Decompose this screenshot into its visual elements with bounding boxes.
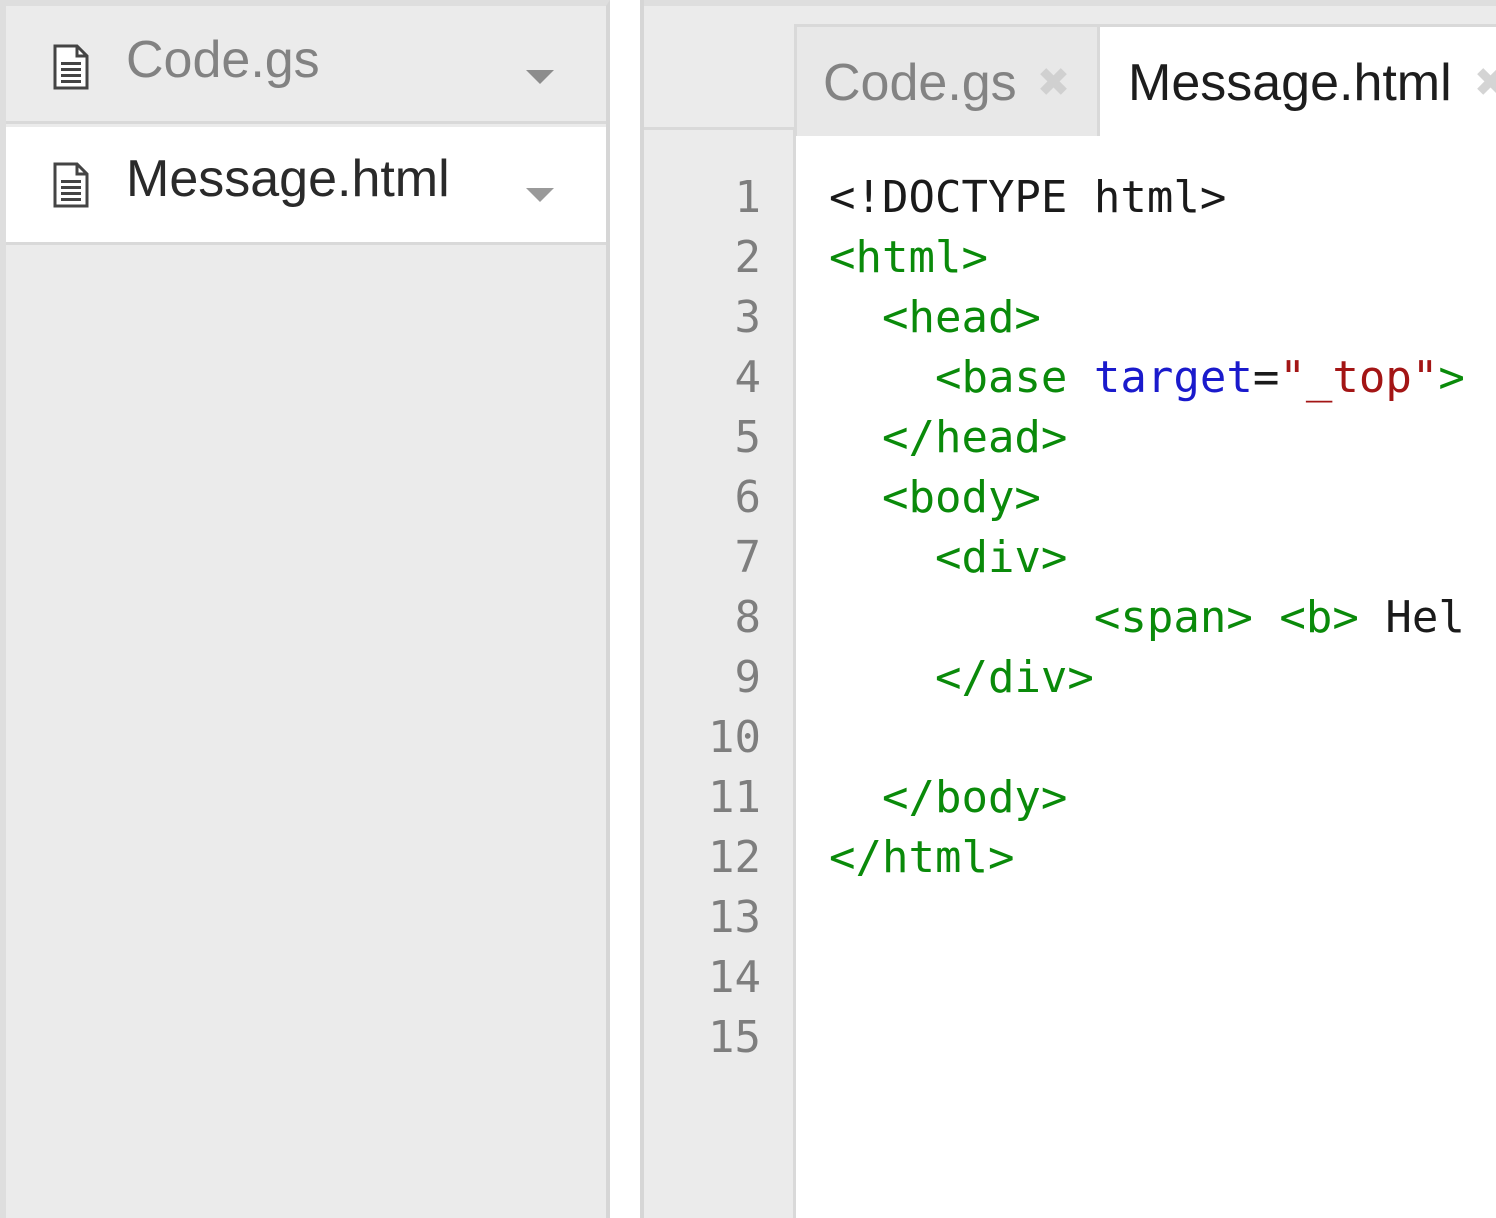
file-name: Code.gs (126, 31, 320, 89)
code-token: Hel (1358, 592, 1465, 643)
code-token: <body> (881, 472, 1041, 523)
code-token: </body> (881, 772, 1068, 823)
caret-down-icon[interactable] (524, 186, 556, 204)
line-number: 9 (734, 652, 762, 703)
code-line: </body> (829, 768, 1496, 828)
code-token: </html> (829, 832, 1015, 883)
code-token: <b> (1279, 592, 1359, 643)
close-icon[interactable]: ✖ (1474, 60, 1496, 106)
caret-down-icon[interactable] (524, 68, 556, 86)
line-number: 8 (734, 592, 762, 643)
tab-message-html[interactable]: Message.html ✖ (1100, 24, 1496, 139)
code-line: </html> (829, 828, 1496, 888)
code-line: </head> (829, 408, 1496, 468)
panel-splitter[interactable] (610, 0, 644, 1218)
code-line: <base target="_top"> (829, 348, 1496, 408)
line-number: 4 (734, 352, 762, 403)
close-icon[interactable]: ✖ (1037, 60, 1071, 106)
code-token: > (1438, 352, 1465, 403)
code-line: </div> (829, 648, 1496, 708)
line-number: 3 (734, 292, 762, 343)
file-document-icon (53, 44, 89, 90)
code-token: <html> (829, 232, 988, 283)
code-line: <div> (829, 528, 1496, 588)
line-number: 5 (734, 412, 762, 463)
file-name: Message.html (126, 150, 450, 208)
file-sidebar: Code.gs Message.html (0, 0, 610, 1218)
line-number: 11 (708, 772, 761, 823)
file-item-message-html[interactable]: Message.html (6, 127, 606, 245)
line-number: 2 (734, 232, 762, 283)
code-text-area[interactable]: <!DOCTYPE html> <html> <head> <base targe… (829, 168, 1496, 1068)
code-token: </head> (881, 412, 1068, 463)
code-token: <div> (934, 532, 1068, 583)
tab-label: Message.html (1128, 54, 1452, 112)
code-token: <base (934, 352, 1094, 403)
file-item-code-gs[interactable]: Code.gs (6, 6, 606, 124)
tab-label: Code.gs (823, 54, 1017, 112)
code-line: <html> (829, 228, 1496, 288)
code-token: <span> (1093, 592, 1253, 643)
code-token: <head> (881, 292, 1041, 343)
tab-code-gs[interactable]: Code.gs ✖ (794, 24, 1100, 136)
line-number: 10 (708, 712, 761, 763)
code-line: <body> (829, 468, 1496, 528)
line-number: 14 (708, 952, 761, 1003)
code-token: <!DOCTYPE html> (829, 172, 1227, 223)
code-line: <head> (829, 288, 1496, 348)
line-number: 15 (708, 1012, 761, 1063)
code-token: "_top" (1279, 352, 1439, 403)
line-number: 1 (734, 172, 762, 223)
code-editor: Code.gs ✖ Message.html ✖ 1 2 3 4 5 6 7 8 9 10 11 12 13… (644, 0, 1496, 1218)
file-document-icon (53, 162, 89, 208)
code-token: = (1252, 352, 1280, 403)
code-token: target (1093, 352, 1253, 403)
line-number: 7 (734, 532, 762, 583)
line-number-gutter: 1 2 3 4 5 6 7 8 9 10 11 12 13 14 15 (644, 130, 796, 1218)
code-line: <!DOCTYPE html> (829, 168, 1496, 228)
code-line: <span> <b> Hel (829, 588, 1496, 648)
code-token: </div> (934, 652, 1094, 703)
tab-strip: Code.gs ✖ Message.html ✖ (644, 0, 1496, 139)
line-number: 12 (708, 832, 761, 883)
line-number: 6 (734, 472, 762, 523)
line-number: 13 (708, 892, 761, 943)
